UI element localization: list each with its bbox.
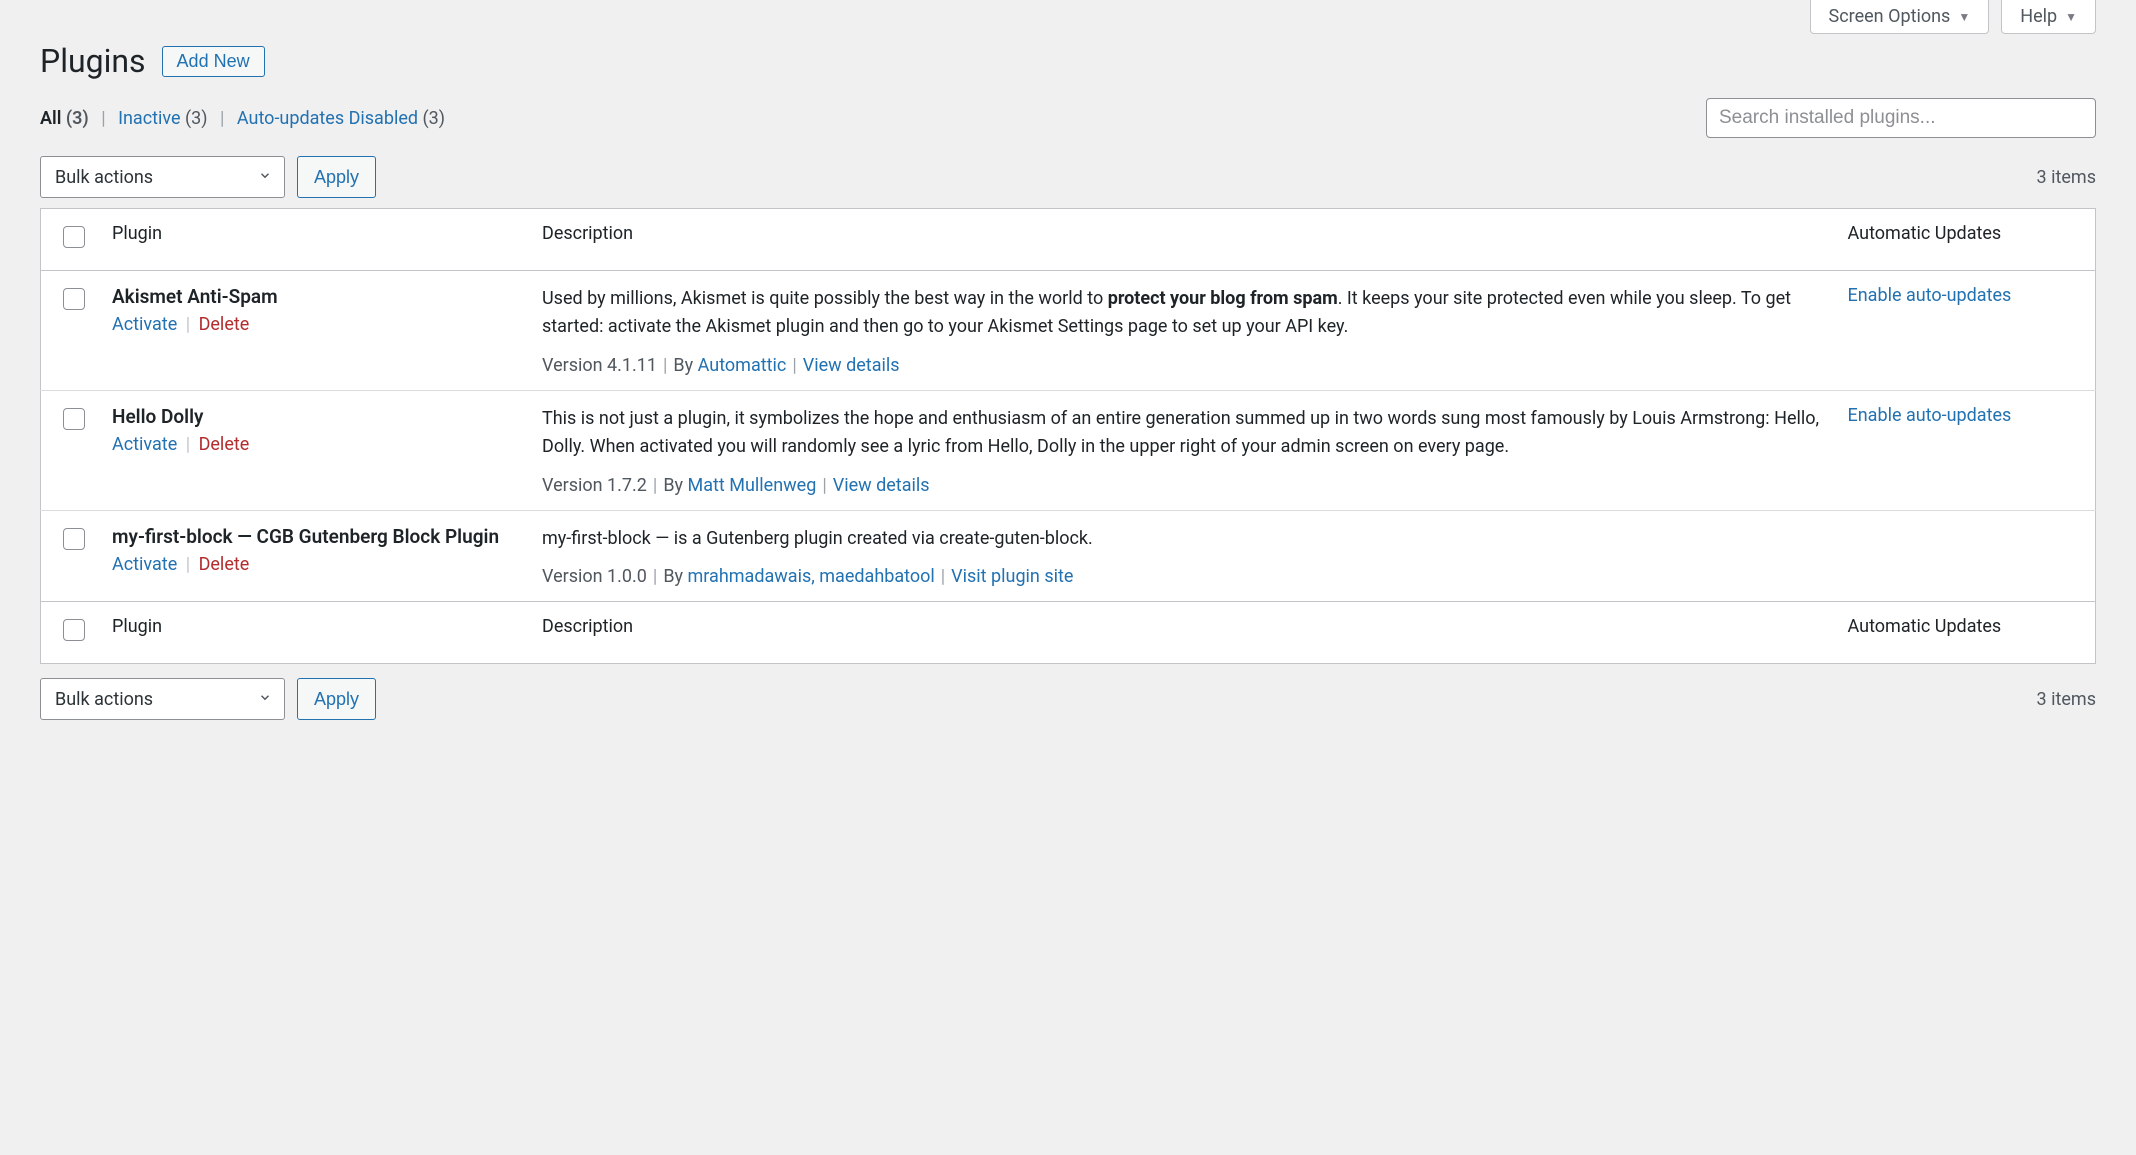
filter-inactive[interactable]: Inactive (118, 108, 180, 129)
plugin-description: my-first-block — is a Gutenberg plugin c… (542, 525, 1824, 553)
row-actions: Activate | Delete (112, 314, 518, 335)
row-checkbox[interactable] (63, 408, 85, 430)
chevron-down-icon: ▼ (1958, 10, 1970, 24)
help-button[interactable]: Help ▼ (2001, 0, 2096, 34)
bulk-actions-label: Bulk actions (55, 689, 153, 710)
activate-link[interactable]: Activate (112, 434, 177, 455)
row-actions: Activate | Delete (112, 434, 518, 455)
select-all-checkbox[interactable] (63, 226, 85, 248)
delete-link[interactable]: Delete (199, 554, 250, 575)
plugin-name: my-first-block — CGB Gutenberg Block Plu… (112, 525, 499, 548)
items-count: 3 items (2037, 167, 2096, 188)
row-actions: Activate | Delete (112, 554, 518, 575)
activate-link[interactable]: Activate (112, 554, 177, 575)
row-checkbox[interactable] (63, 288, 85, 310)
plugin-details-link[interactable]: View details (803, 355, 900, 376)
enable-auto-updates-link[interactable]: Enable auto-updates (1848, 285, 2012, 306)
chevron-down-icon (258, 689, 272, 710)
plugin-meta: Version 1.0.0|By mrahmadawais, maedahbat… (542, 566, 1824, 587)
plugin-version: Version 1.7.2 (542, 475, 647, 496)
filter-links: All (3) | Inactive (3) | Auto-updates Di… (40, 108, 445, 129)
apply-button[interactable]: Apply (297, 156, 376, 198)
column-auto-updates: Automatic Updates (1836, 209, 2096, 271)
bulk-actions-select-bottom[interactable]: Bulk actions (40, 678, 285, 720)
bulk-actions-label: Bulk actions (55, 167, 153, 188)
plugin-meta: Version 4.1.11|By Automattic|View detail… (542, 355, 1824, 376)
page-title: Plugins (40, 42, 146, 80)
screen-options-button[interactable]: Screen Options ▼ (1810, 0, 1990, 34)
filter-all[interactable]: All (3) (40, 108, 89, 129)
plugins-table: Plugin Description Automatic Updates Aki… (40, 208, 2096, 664)
apply-button-bottom[interactable]: Apply (297, 678, 376, 720)
row-checkbox[interactable] (63, 528, 85, 550)
plugin-meta: Version 1.7.2|By Matt Mullenweg|View det… (542, 475, 1824, 496)
plugin-details-link[interactable]: View details (833, 475, 930, 496)
column-auto-updates-footer: Automatic Updates (1836, 602, 2096, 664)
chevron-down-icon (258, 167, 272, 188)
plugin-author-link[interactable]: Matt Mullenweg (688, 475, 817, 496)
table-row: Akismet Anti-Spam Activate | Delete Used b… (41, 271, 2096, 391)
bulk-actions-select[interactable]: Bulk actions (40, 156, 285, 198)
column-plugin-footer: Plugin (100, 602, 530, 664)
delete-link[interactable]: Delete (199, 314, 250, 335)
plugin-details-link[interactable]: Visit plugin site (951, 566, 1073, 587)
plugin-name: Akismet Anti-Spam (112, 285, 278, 308)
plugin-version: Version 1.0.0 (542, 566, 647, 587)
screen-options-label: Screen Options (1829, 6, 1951, 27)
search-input[interactable] (1706, 98, 2096, 138)
activate-link[interactable]: Activate (112, 314, 177, 335)
table-row: Hello Dolly Activate | Delete This is not … (41, 390, 2096, 510)
plugin-description: This is not just a plugin, it symbolizes… (542, 405, 1824, 461)
table-row: my-first-block — CGB Gutenberg Block Plu… (41, 510, 2096, 602)
items-count-bottom: 3 items (2037, 689, 2096, 710)
delete-link[interactable]: Delete (199, 434, 250, 455)
filter-auto-updates-disabled[interactable]: Auto-updates Disabled (237, 108, 418, 129)
add-new-button[interactable]: Add New (162, 46, 265, 77)
plugin-name: Hello Dolly (112, 405, 203, 428)
plugin-author-link[interactable]: mrahmadawais, maedahbatool (688, 566, 935, 587)
enable-auto-updates-link[interactable]: Enable auto-updates (1848, 405, 2012, 426)
chevron-down-icon: ▼ (2065, 10, 2077, 24)
column-plugin: Plugin (100, 209, 530, 271)
column-description: Description (530, 209, 1836, 271)
plugin-description: Used by millions, Akismet is quite possi… (542, 285, 1824, 341)
select-all-checkbox-footer[interactable] (63, 619, 85, 641)
plugin-version: Version 4.1.11 (542, 355, 657, 376)
plugin-author-link[interactable]: Automattic (698, 355, 787, 376)
help-label: Help (2020, 6, 2057, 27)
column-description-footer: Description (530, 602, 1836, 664)
